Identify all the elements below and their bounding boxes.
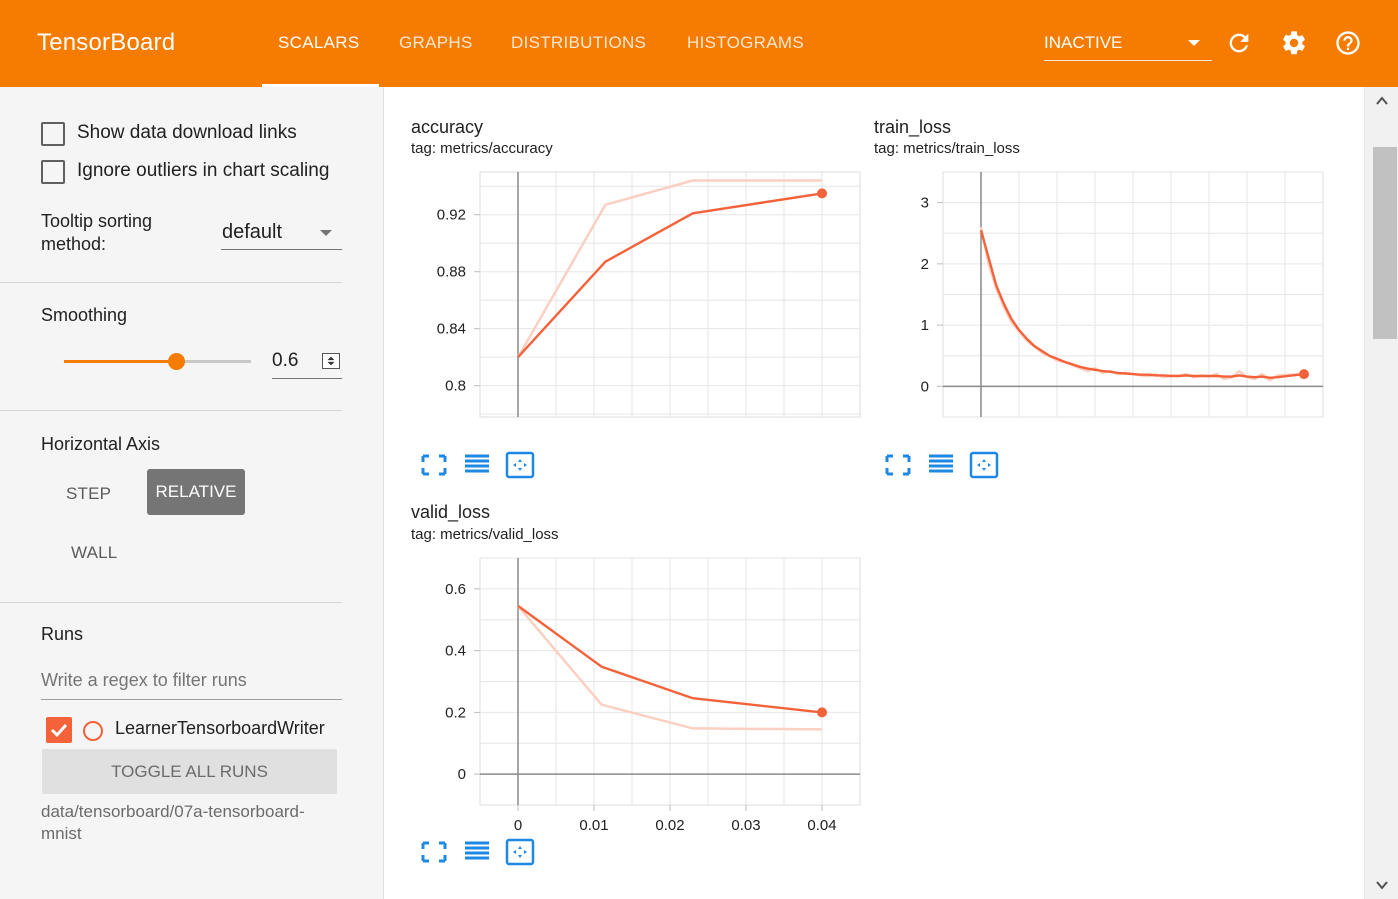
- divider: [0, 282, 342, 283]
- chart-controls-train-loss: [883, 451, 1013, 481]
- show-download-links-label: Show data download links: [77, 122, 297, 143]
- fullscreen-icon[interactable]: [883, 451, 913, 479]
- run-status-value: INACTIVE: [1044, 33, 1123, 52]
- tab-graphs[interactable]: GRAPHS: [399, 33, 473, 53]
- show-download-links-checkbox[interactable]: Show data download links: [41, 121, 341, 147]
- x-tick-label: 0.01: [579, 817, 608, 834]
- runs-title: Runs: [41, 624, 84, 644]
- axis-relative-button[interactable]: RELATIVE: [147, 469, 245, 515]
- divider: [0, 410, 342, 411]
- smoothing-title: Smoothing: [41, 305, 128, 325]
- runs-filter-placeholder: Write a regex to filter runs: [41, 670, 247, 690]
- chart-train-loss[interactable]: 0 1 2 3: [848, 87, 1328, 437]
- y-tick-label: 0: [921, 378, 929, 395]
- x-tick-label: 0: [514, 817, 522, 834]
- runs-filter-input[interactable]: Write a regex to filter runs: [41, 667, 342, 700]
- fullscreen-icon[interactable]: [419, 838, 449, 866]
- toggle-y-log-icon[interactable]: [926, 451, 956, 479]
- axis-wall-button[interactable]: WALL: [71, 543, 117, 563]
- last-point-marker: [1299, 369, 1309, 380]
- smoothing-input[interactable]: 0.6: [272, 345, 342, 379]
- tooltip-sorting-label: Tooltip sorting method:: [41, 210, 152, 256]
- tooltip-sorting-dropdown[interactable]: default: [221, 218, 342, 250]
- run-status-dropdown[interactable]: INACTIVE: [1044, 31, 1212, 61]
- ignore-outliers-label: Ignore outliers in chart scaling: [77, 160, 330, 181]
- chart-controls-valid-loss: [419, 838, 549, 868]
- log-directory: data/tensorboard/07a-tensorboard-mnist: [41, 802, 305, 843]
- run-color-swatch[interactable]: [83, 721, 103, 741]
- y-tick-label: 0: [458, 766, 466, 783]
- divider: [0, 602, 342, 603]
- last-point-marker: [817, 707, 827, 718]
- main-scrollbar[interactable]: [1364, 87, 1398, 899]
- fit-domain-icon[interactable]: [969, 451, 999, 479]
- chevron-down-icon: [320, 230, 332, 236]
- smoothing-slider-knob[interactable]: [168, 353, 186, 370]
- spinner-arrows-icon[interactable]: [322, 353, 340, 369]
- sidebar: Show data download links Ignore outliers…: [0, 87, 384, 899]
- x-tick-label: 0.03: [731, 817, 760, 834]
- smoothing-slider[interactable]: [64, 353, 251, 370]
- smoothing-value: 0.6: [272, 350, 299, 371]
- scalars-dashboard: accuracy tag: metrics/accuracy 0.8 0.84 0.…: [385, 87, 1363, 899]
- tab-histograms[interactable]: HISTOGRAMS: [687, 33, 804, 53]
- y-tick-label: 1: [921, 317, 929, 334]
- checkbox-box[interactable]: [41, 160, 65, 184]
- toggle-y-log-icon[interactable]: [462, 838, 492, 866]
- tab-distributions[interactable]: DISTRIBUTIONS: [511, 33, 646, 53]
- y-tick-label: 0.4: [445, 643, 466, 660]
- y-tick-label: 0.6: [445, 581, 466, 598]
- fit-domain-icon[interactable]: [505, 838, 535, 866]
- top-app-bar: TensorBoard SCALARS GRAPHS DISTRIBUTIONS…: [0, 0, 1398, 87]
- run-name: LearnerTensorboardWriter: [115, 718, 325, 738]
- help-icon[interactable]: [1334, 29, 1362, 57]
- chart-valid-loss[interactable]: 0 0.2 0.4 0.6 0 0.01 0.02 0.03 0.04: [385, 87, 865, 847]
- toggle-all-runs-button[interactable]: TOGGLE ALL RUNS: [42, 749, 337, 794]
- tooltip-sorting-value: default: [222, 221, 283, 243]
- x-tick-label: 0.02: [655, 817, 684, 834]
- scroll-down-icon[interactable]: [1376, 879, 1388, 891]
- checkbox-box[interactable]: [41, 122, 65, 146]
- axis-step-button[interactable]: STEP: [66, 484, 111, 504]
- y-tick-label: 3: [921, 195, 929, 212]
- y-tick-label: 2: [921, 256, 929, 273]
- tooltip-sorting-label-line1: Tooltip sorting: [41, 211, 153, 231]
- scrollbar-thumb[interactable]: [1373, 147, 1397, 339]
- chevron-down-icon: [1188, 40, 1200, 46]
- run-list-item[interactable]: LearnerTensorboardWriter: [46, 715, 346, 743]
- run-checkbox[interactable]: [46, 717, 72, 743]
- x-tick-label: 0.04: [807, 817, 836, 834]
- settings-icon[interactable]: [1280, 29, 1308, 57]
- tooltip-sorting-label-line2: method:: [41, 234, 107, 254]
- tab-scalars[interactable]: SCALARS: [278, 33, 359, 53]
- ignore-outliers-checkbox[interactable]: Ignore outliers in chart scaling: [41, 159, 341, 185]
- y-tick-label: 0.2: [445, 704, 466, 721]
- smoothing-slider-fill: [64, 360, 177, 363]
- refresh-icon[interactable]: [1225, 29, 1253, 57]
- app-title: TensorBoard: [37, 29, 176, 56]
- scroll-up-icon[interactable]: [1376, 95, 1388, 107]
- horizontal-axis-title: Horizontal Axis: [41, 434, 161, 454]
